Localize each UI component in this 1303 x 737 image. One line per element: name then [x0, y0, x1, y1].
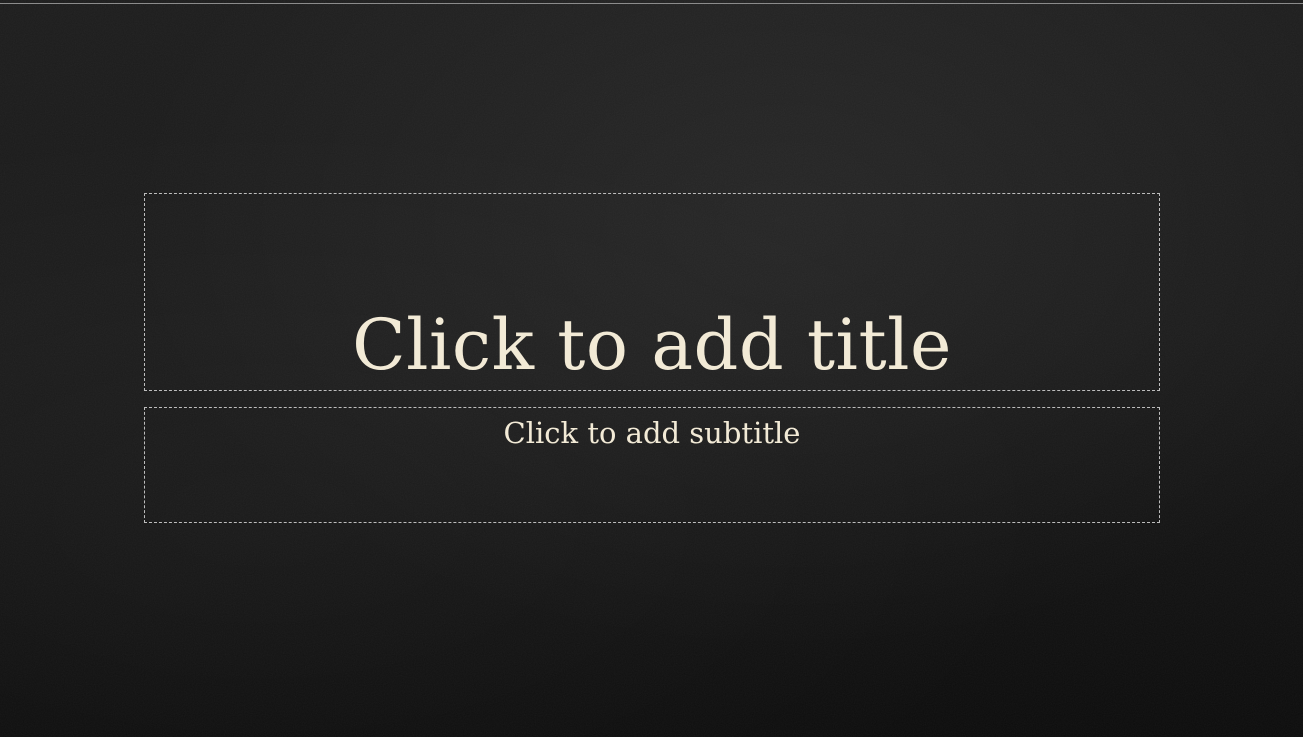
title-placeholder-text: Click to add title: [352, 304, 952, 386]
title-placeholder[interactable]: Click to add title: [144, 193, 1160, 391]
top-divider: [0, 3, 1303, 4]
subtitle-placeholder-text: Click to add subtitle: [503, 416, 801, 450]
subtitle-placeholder[interactable]: Click to add subtitle: [144, 407, 1160, 523]
slide-canvas: Click to add title Click to add subtitle: [0, 0, 1303, 737]
